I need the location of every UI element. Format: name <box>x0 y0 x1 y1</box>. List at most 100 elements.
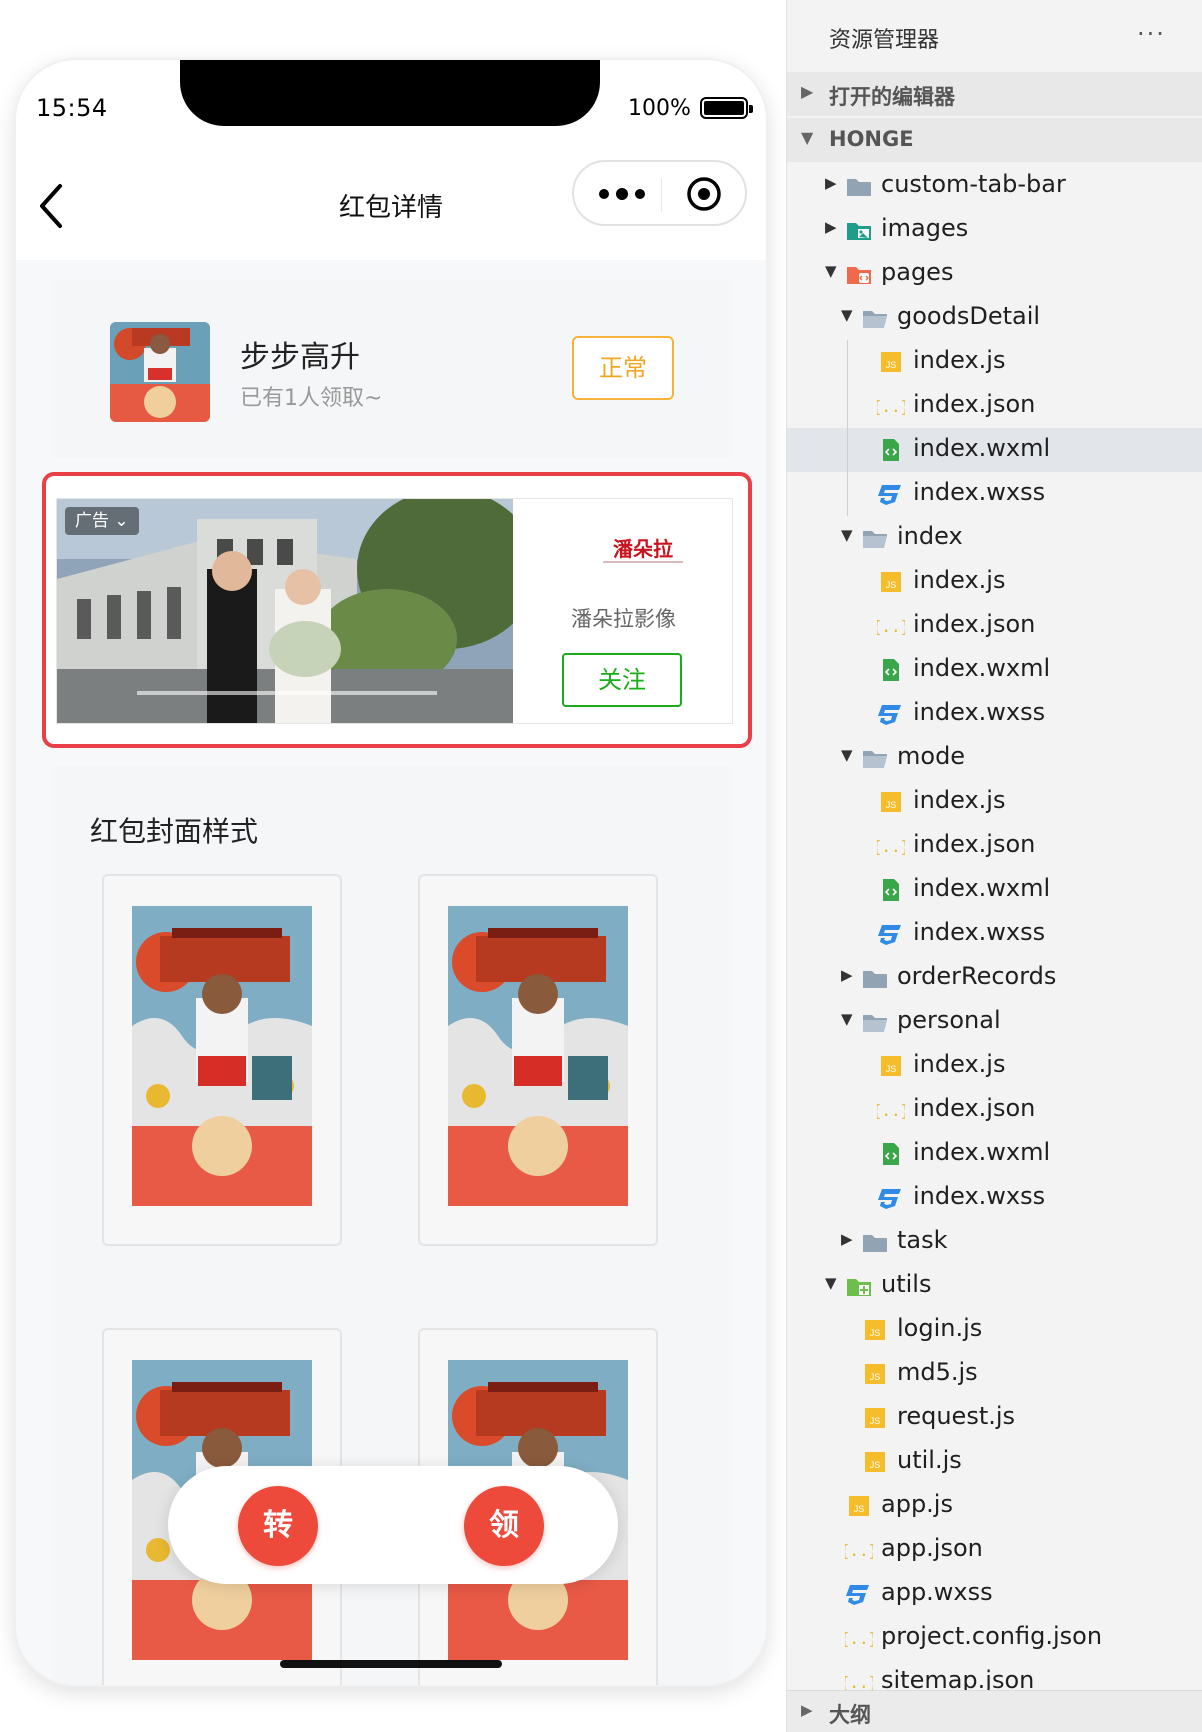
tree-file[interactable]: {..} index.json <box>787 384 1202 428</box>
tree-folder[interactable]: ▼ mode <box>787 736 1202 780</box>
tree-file[interactable]: index.wxml <box>787 868 1202 912</box>
tree-file[interactable]: index.wxss <box>787 912 1202 956</box>
tree-file[interactable]: {..} index.json <box>787 604 1202 648</box>
js-file-icon: JS <box>861 1404 889 1432</box>
ad-highlight-frame: 广告 ⌄ 潘朵拉 潘朵拉影像 关注 <box>42 472 752 748</box>
chevron-right-icon[interactable]: ▶ <box>841 966 853 984</box>
tree-file[interactable]: index.wxml <box>787 1132 1202 1176</box>
chevron-down-icon: ⌄ <box>114 511 129 531</box>
tree-file[interactable]: JS login.js <box>787 1308 1202 1352</box>
tree-file[interactable]: app.wxss <box>787 1572 1202 1616</box>
tree-folder[interactable]: ▶ orderRecords <box>787 956 1202 1000</box>
folder-icon <box>861 964 889 992</box>
tree-file[interactable]: index.wxss <box>787 1176 1202 1220</box>
tree-item-label: index <box>897 522 963 550</box>
tree-file[interactable]: JS index.js <box>787 340 1202 384</box>
svg-text:JS: JS <box>870 1416 881 1426</box>
json-file-icon: {..} <box>872 832 911 860</box>
tree-item-label: custom-tab-bar <box>881 170 1066 198</box>
cover-option[interactable] <box>102 874 342 1246</box>
tree-item-label: goodsDetail <box>897 302 1041 330</box>
chevron-down-icon[interactable]: ▼ <box>841 306 853 324</box>
tree-file[interactable]: JS util.js <box>787 1440 1202 1484</box>
tree-item-label: index.js <box>913 346 1006 374</box>
chevron-right-icon[interactable]: ▶ <box>825 174 837 192</box>
tree-file[interactable]: {..} app.json <box>787 1528 1202 1572</box>
tree-folder[interactable]: ▶ images <box>787 208 1202 252</box>
home-indicator <box>280 1660 502 1668</box>
wxml-file-icon <box>877 436 905 464</box>
ad-tag[interactable]: 广告 ⌄ <box>65 507 139 535</box>
folder-icon <box>861 1228 889 1256</box>
chevron-down-icon[interactable]: ▼ <box>825 1274 837 1292</box>
outline-section[interactable]: ▶ 大纲 <box>787 1690 1202 1732</box>
phone-simulator: 15:54 100% 红包详情 步步高升 已有1人领取~ 正常 广告 ⌄ 潘朵拉… <box>16 60 766 1685</box>
tree-file[interactable]: index.wxss <box>787 472 1202 516</box>
js-file-icon: JS <box>877 1052 905 1080</box>
tree-file[interactable]: JS index.js <box>787 780 1202 824</box>
tree-item-label: index.wxss <box>913 698 1046 726</box>
json-file-icon: {..} <box>840 1536 879 1564</box>
tree-item-label: utils <box>881 1270 932 1298</box>
tree-file[interactable]: {..} index.json <box>787 1088 1202 1132</box>
tree-file[interactable]: JS request.js <box>787 1396 1202 1440</box>
tree-file[interactable]: {..} project.config.json <box>787 1616 1202 1660</box>
tree-folder[interactable]: ▶ custom-tab-bar <box>787 164 1202 208</box>
file-explorer: 资源管理器 ··· ▶ 打开的编辑器 ▼ HONGE ▶ custom-tab-b… <box>786 0 1202 1732</box>
tree-item-label: index.wxml <box>913 434 1051 462</box>
tree-folder[interactable]: ▼ pages <box>787 252 1202 296</box>
ad-banner[interactable]: 广告 ⌄ 潘朵拉 潘朵拉影像 关注 <box>56 498 733 724</box>
receive-button[interactable]: 领 <box>464 1486 544 1566</box>
tree-folder[interactable]: ▼ personal <box>787 1000 1202 1044</box>
tree-item-label: index.json <box>913 610 1036 638</box>
chevron-right-icon[interactable]: ▶ <box>841 1230 853 1248</box>
project-section[interactable]: ▼ HONGE <box>787 118 1202 162</box>
tree-item-label: login.js <box>897 1314 983 1342</box>
chevron-down-icon[interactable]: ▼ <box>841 1010 853 1028</box>
packet-subtitle: 已有1人领取~ <box>240 386 383 411</box>
status-badge[interactable]: 正常 <box>572 336 674 400</box>
folder-open-icon <box>861 744 889 772</box>
tree-file[interactable]: index.wxss <box>787 692 1202 736</box>
tree-item-label: pages <box>881 258 954 286</box>
follow-button[interactable]: 关注 <box>562 653 682 707</box>
phone-notch <box>180 60 600 126</box>
images-folder-icon <box>845 216 873 244</box>
tree-file[interactable]: JS md5.js <box>787 1352 1202 1396</box>
tree-item-label: task <box>897 1226 948 1254</box>
cover-option[interactable] <box>418 874 658 1246</box>
tree-folder[interactable]: ▼ index <box>787 516 1202 560</box>
json-file-icon: {..} <box>872 612 911 640</box>
tree-file[interactable]: {..} index.json <box>787 824 1202 868</box>
tree-file[interactable]: JS index.js <box>787 560 1202 604</box>
tree-file[interactable]: index.wxml <box>787 648 1202 692</box>
tree-file[interactable]: index.wxml <box>787 428 1202 472</box>
tree-folder[interactable]: ▼ utils <box>787 1264 1202 1308</box>
tree-folder[interactable]: ▼ goodsDetail <box>787 296 1202 340</box>
transfer-button[interactable]: 转 <box>238 1486 318 1566</box>
tree-item-label: personal <box>897 1006 1001 1034</box>
tree-item-label: index.js <box>913 566 1006 594</box>
tree-folder[interactable]: ▶ task <box>787 1220 1202 1264</box>
chevron-down-icon[interactable]: ▼ <box>841 526 853 544</box>
more-dots-icon[interactable] <box>592 174 652 214</box>
svg-text:{..}: {..} <box>845 1541 873 1560</box>
chevron-down-icon[interactable]: ▼ <box>825 262 837 280</box>
open-editors-section[interactable]: ▶ 打开的编辑器 <box>787 72 1202 116</box>
js-file-icon: JS <box>845 1492 873 1520</box>
json-file-icon: {..} <box>840 1624 879 1652</box>
tree-item-label: index.json <box>913 1094 1036 1122</box>
tree-item-label: app.js <box>881 1490 953 1518</box>
svg-text:JS: JS <box>886 360 897 370</box>
tree-file[interactable]: JS index.js <box>787 1044 1202 1088</box>
tree-item-label: images <box>881 214 969 242</box>
js-file-icon: JS <box>861 1316 889 1344</box>
chevron-right-icon[interactable]: ▶ <box>825 218 837 236</box>
close-target-icon[interactable] <box>684 174 724 214</box>
wxml-file-icon <box>877 876 905 904</box>
js-file-icon: JS <box>877 348 905 376</box>
svg-text:{..}: {..} <box>877 397 905 416</box>
chevron-down-icon[interactable]: ▼ <box>841 746 853 764</box>
more-actions-icon[interactable]: ··· <box>1137 20 1177 50</box>
tree-file[interactable]: JS app.js <box>787 1484 1202 1528</box>
